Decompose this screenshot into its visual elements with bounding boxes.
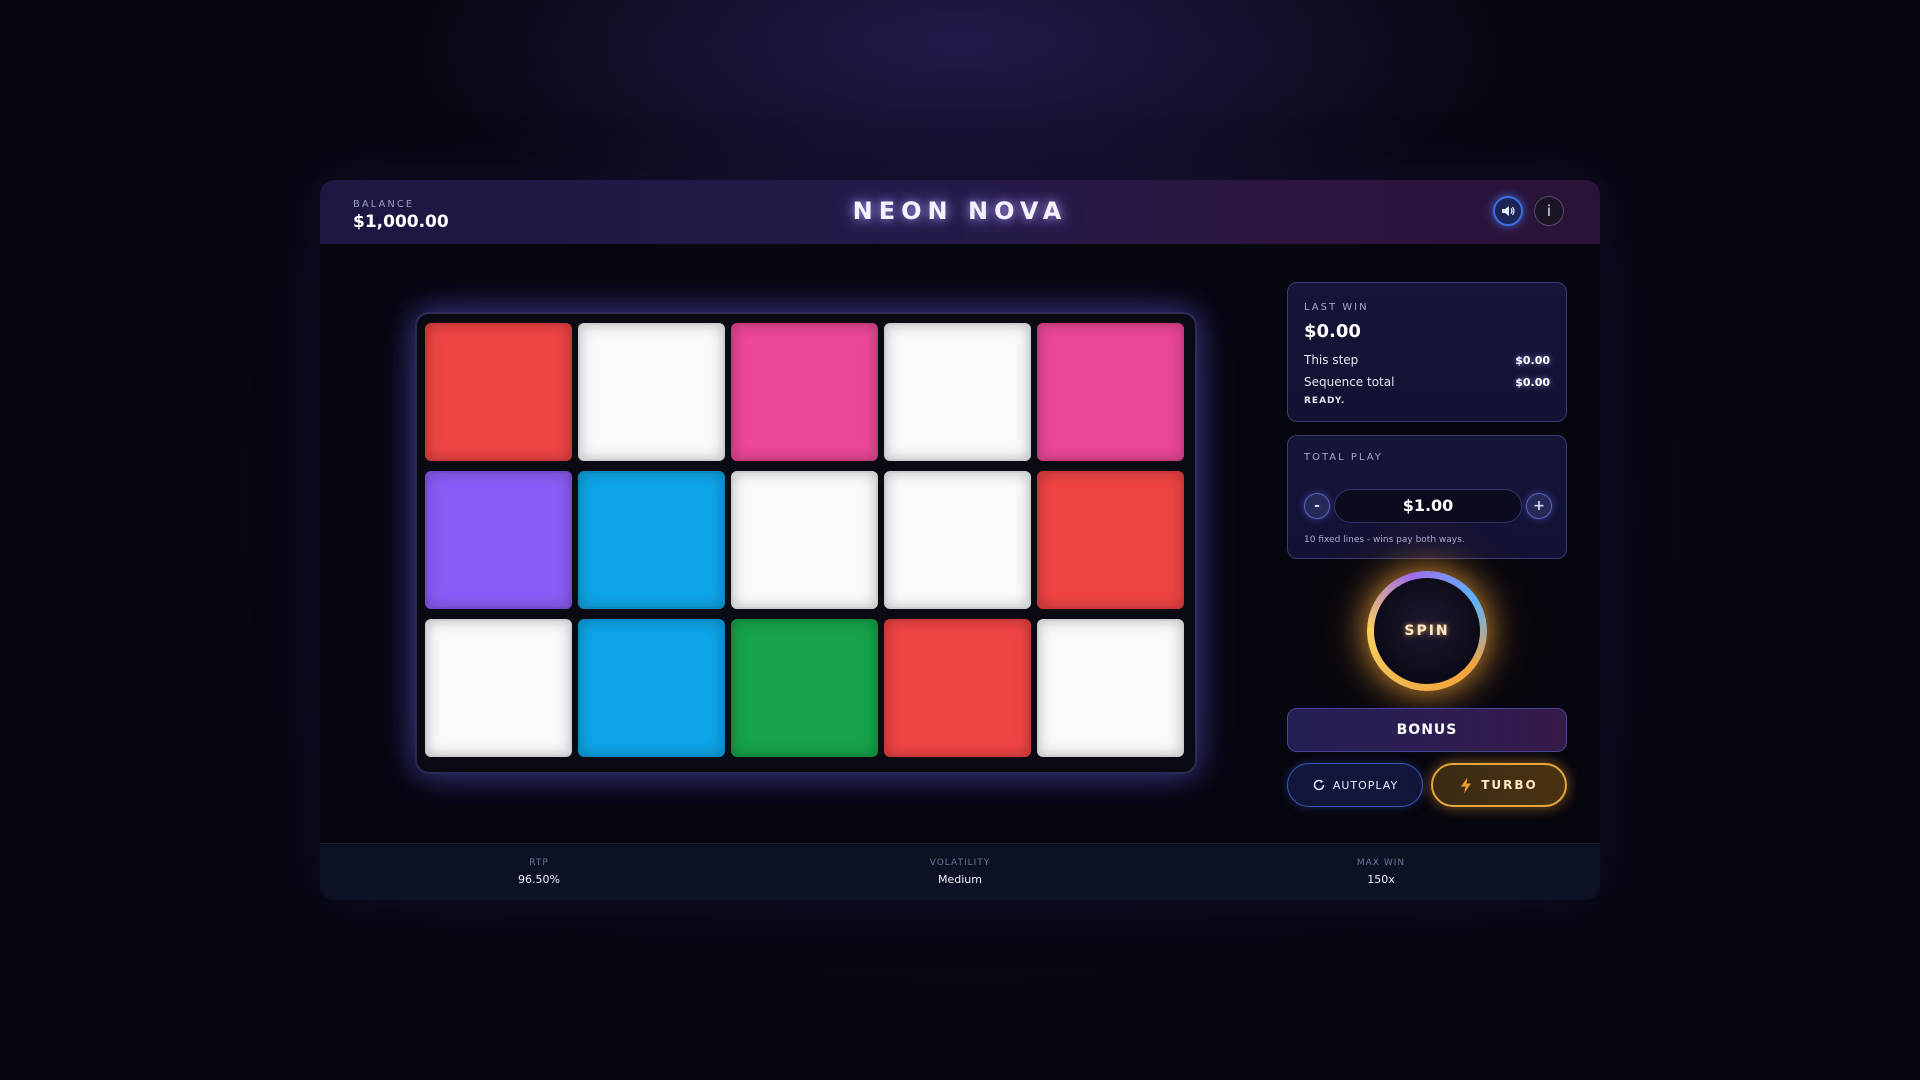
reel-tile [884, 323, 1031, 461]
stat-label: VOLATILITY [929, 858, 991, 868]
turbo-button[interactable]: TURBO [1431, 763, 1567, 807]
top-bar: BALANCE $1,000.00 NEON NOVA i [320, 180, 1600, 244]
stat-max-win: MAX WIN 150x [1281, 858, 1481, 886]
reel-tile [731, 471, 878, 609]
stat-value: 96.50% [518, 873, 560, 886]
autoplay-label: AUTOPLAY [1332, 778, 1399, 792]
sequence-total-value: $0.00 [1515, 376, 1550, 389]
this-step-label: This step [1304, 353, 1359, 367]
total-play-panel: TOTAL PLAY - $1.00 + 10 fixed lines - wi… [1287, 435, 1567, 559]
stat-label: RTP [529, 858, 549, 868]
reel-tile [578, 471, 725, 609]
stat-value: 150x [1367, 873, 1395, 886]
stat-volatility: VOLATILITY Medium [860, 858, 1060, 886]
reel-grid [415, 312, 1197, 774]
reel-tile [578, 323, 725, 461]
info-icon: i [1546, 202, 1552, 220]
increase-stake-button[interactable]: + [1526, 493, 1552, 519]
game-title: NEON NOVA [852, 197, 1068, 225]
game-window: BALANCE $1,000.00 NEON NOVA i LAST WIN $… [320, 180, 1600, 900]
autoplay-button[interactable]: AUTOPLAY [1287, 763, 1423, 807]
turbo-label: TURBO [1481, 778, 1538, 792]
stat-label: MAX WIN [1356, 858, 1406, 868]
sound-button[interactable] [1493, 196, 1523, 226]
refresh-icon [1313, 779, 1325, 791]
sequence-total-label: Sequence total [1304, 375, 1395, 389]
spin-label: SPIN [1374, 578, 1480, 684]
total-play-label: TOTAL PLAY [1304, 452, 1383, 463]
reel-tile [1037, 323, 1184, 461]
reel-tile [425, 471, 572, 609]
status-text: READY. [1304, 396, 1346, 406]
speaker-icon [1502, 206, 1515, 216]
reel-tile [884, 471, 1031, 609]
reel-tile [884, 619, 1031, 757]
lines-note: 10 fixed lines - wins pay both ways. [1304, 535, 1465, 545]
spin-button[interactable]: SPIN [1367, 571, 1487, 691]
decrease-stake-button[interactable]: - [1304, 493, 1330, 519]
reel-tile [425, 323, 572, 461]
reel-tile [1037, 471, 1184, 609]
stat-rtp: RTP 96.50% [439, 858, 639, 886]
last-win-label: LAST WIN [1304, 302, 1369, 313]
last-win-value: $0.00 [1304, 321, 1361, 342]
last-win-panel: LAST WIN $0.00 This step $0.00 Sequence … [1287, 282, 1567, 422]
this-step-value: $0.00 [1515, 354, 1550, 367]
stat-value: Medium [938, 873, 982, 886]
stake-value: $1.00 [1334, 489, 1522, 523]
reel-tile [731, 323, 878, 461]
reel-tile [1037, 619, 1184, 757]
info-button[interactable]: i [1534, 196, 1564, 226]
lightning-icon [1461, 777, 1472, 793]
reel-tile [578, 619, 725, 757]
reel-tile [731, 619, 878, 757]
bonus-button[interactable]: BONUS [1287, 708, 1567, 752]
reel-tile [425, 619, 572, 757]
stats-footer: RTP 96.50% VOLATILITY Medium MAX WIN 150… [320, 843, 1600, 900]
